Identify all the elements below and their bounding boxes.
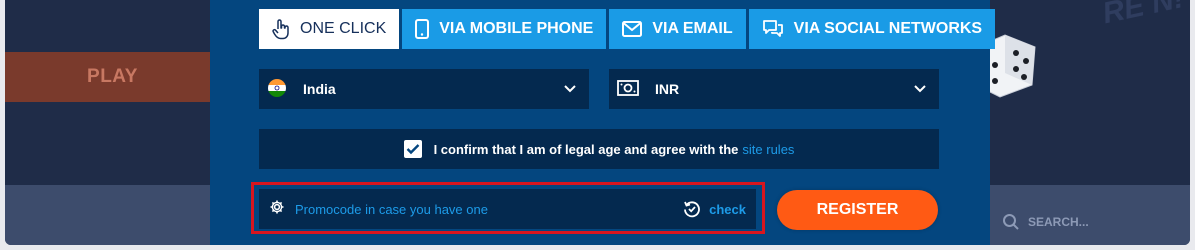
age-confirm-text: I confirm that I am of legal age and agr… xyxy=(433,141,739,157)
chevron-down-icon xyxy=(563,81,577,97)
search-icon xyxy=(1003,214,1019,230)
tab-via-email[interactable]: VIA EMAIL xyxy=(609,9,746,49)
country-select[interactable]: India xyxy=(259,69,589,109)
mobile-phone-icon xyxy=(415,19,430,39)
chat-bubbles-icon xyxy=(762,19,784,39)
tab-one-click[interactable]: ONE CLICK xyxy=(259,9,400,49)
search-label: SEARCH... xyxy=(1028,215,1089,229)
india-flag-icon xyxy=(267,78,287,101)
tab-via-mobile-phone[interactable]: VIA MOBILE PHONE xyxy=(402,9,607,49)
currency-value: INR xyxy=(655,81,680,97)
tab-label: VIA MOBILE PHONE xyxy=(439,20,594,37)
currency-icon xyxy=(617,79,639,100)
site-rules-link[interactable]: site rules xyxy=(742,142,794,157)
refresh-check-icon xyxy=(684,201,701,218)
currency-select[interactable]: INR xyxy=(609,69,939,109)
age-confirm-row: I confirm that I am of legal age and agr… xyxy=(259,129,939,169)
registration-panel: ONE CLICK VIA MOBILE PHONE VIA EMAIL VIA… xyxy=(210,0,996,245)
envelope-icon xyxy=(622,21,643,37)
registration-tabs: ONE CLICK VIA MOBILE PHONE VIA EMAIL VIA… xyxy=(259,9,996,49)
gear-icon xyxy=(269,199,285,220)
check-label: check xyxy=(709,201,746,217)
background-search[interactable]: SEARCH... xyxy=(1002,213,1089,231)
promocode-input[interactable] xyxy=(293,200,684,218)
chevron-down-icon xyxy=(913,81,927,97)
tab-label: ONE CLICK xyxy=(300,20,387,37)
checkmark-icon xyxy=(406,144,419,155)
promocode-field: check xyxy=(259,189,756,229)
hand-pointer-icon xyxy=(272,18,290,40)
tab-label: VIA SOCIAL NETWORKS xyxy=(793,20,983,37)
country-value: India xyxy=(303,81,336,97)
play-button[interactable]: PLAY xyxy=(5,52,220,102)
tab-via-social-networks[interactable]: VIA SOCIAL NETWORKS xyxy=(748,9,996,49)
register-button[interactable]: REGISTER xyxy=(777,190,938,230)
promocode-check-button[interactable]: check xyxy=(683,200,746,218)
tab-label: VIA EMAIL xyxy=(652,20,733,37)
age-confirm-checkbox[interactable] xyxy=(403,140,422,158)
